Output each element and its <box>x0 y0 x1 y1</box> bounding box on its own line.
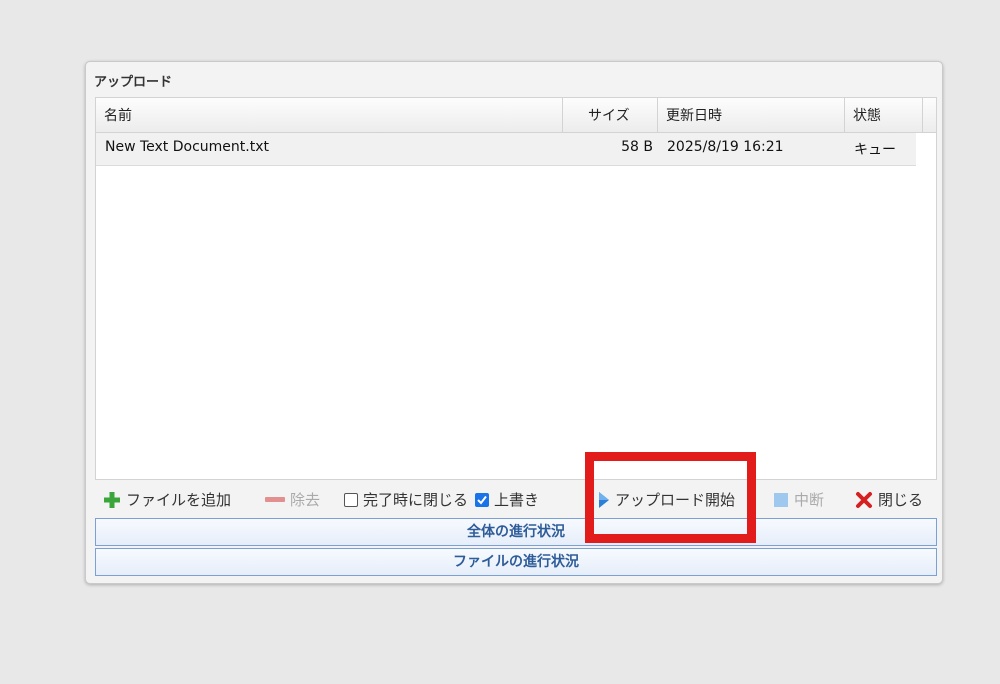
file-modified-cell: 2025/8/19 16:21 <box>667 139 784 155</box>
close-label: 閉じる <box>878 491 924 509</box>
remove-button[interactable]: 除去 <box>265 483 320 517</box>
overall-progress-bar: 全体の進行状況 <box>95 518 937 546</box>
start-upload-button[interactable]: アップロード開始 <box>598 483 735 517</box>
overwrite-label: 上書き <box>494 491 540 509</box>
add-files-label: ファイルを追加 <box>126 491 232 509</box>
overwrite-option[interactable]: 上書き <box>475 483 539 517</box>
stop-icon <box>774 493 788 507</box>
overwrite-checkbox[interactable] <box>475 493 489 507</box>
column-header-name[interactable]: 名前 <box>96 98 563 132</box>
minus-icon <box>265 497 285 502</box>
start-upload-label: アップロード開始 <box>615 491 736 509</box>
file-status-cell: キュー <box>854 142 896 158</box>
file-size-cell: 58 B <box>621 139 653 155</box>
abort-label: 中断 <box>794 491 825 509</box>
upload-dialog: アップロード 名前 サイズ 更新日時 状態 New Text Document.… <box>85 61 943 584</box>
upload-toolbar: ファイルを追加 除去 完了時に閉じる 上書き アップロード開始 中断 閉じる <box>95 483 937 517</box>
grid-header: 名前 サイズ 更新日時 状態 <box>96 98 936 133</box>
column-header-size[interactable]: サイズ <box>563 98 658 132</box>
add-files-button[interactable]: ファイルを追加 <box>103 483 231 517</box>
close-on-complete-label: 完了時に閉じる <box>363 491 469 509</box>
file-progress-bar: ファイルの進行状況 <box>95 548 937 576</box>
close-button[interactable]: 閉じる <box>855 483 923 517</box>
file-name-cell: New Text Document.txt <box>105 139 269 155</box>
play-icon <box>599 492 609 508</box>
file-grid: 名前 サイズ 更新日時 状態 New Text Document.txt 58 … <box>95 97 937 480</box>
abort-button[interactable]: 中断 <box>773 483 824 517</box>
close-on-complete-checkbox[interactable] <box>344 493 358 507</box>
plus-icon <box>104 492 120 508</box>
remove-label: 除去 <box>290 491 321 509</box>
close-icon <box>856 492 872 508</box>
checkmark-icon <box>477 495 487 505</box>
dialog-title: アップロード <box>94 75 173 90</box>
column-header-status[interactable]: 状態 <box>845 98 923 132</box>
table-row[interactable]: New Text Document.txt 58 B 2025/8/19 16:… <box>96 133 916 166</box>
column-header-modified[interactable]: 更新日時 <box>658 98 845 132</box>
close-on-complete-option[interactable]: 完了時に閉じる <box>344 483 468 517</box>
